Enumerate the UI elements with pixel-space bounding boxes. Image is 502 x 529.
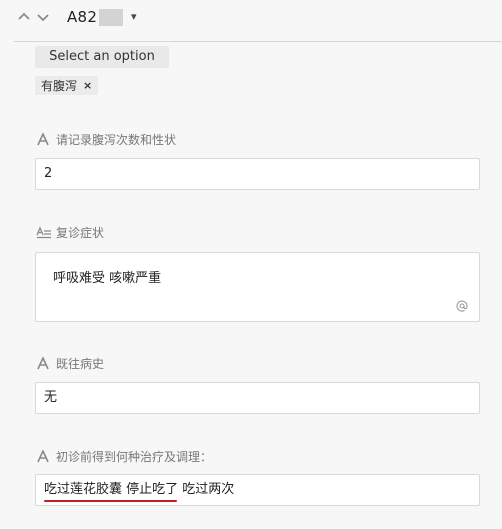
at-icon[interactable] xyxy=(456,300,468,312)
field-label-prior-treatment: 初诊前得到何种治疗及调理： xyxy=(36,448,212,465)
field-label-followup-symptoms: 复诊症状 xyxy=(36,224,104,241)
redacted-title-area xyxy=(99,9,123,26)
header-divider xyxy=(14,41,502,42)
multiline-text-icon xyxy=(36,226,51,239)
followup-symptoms-text: 呼吸难受 咳嗽严重 xyxy=(53,271,162,286)
diarrhea-count-field[interactable]: 2 xyxy=(35,158,480,190)
selected-tag: 有腹泻 × xyxy=(35,76,99,95)
tag-remove-icon[interactable]: × xyxy=(83,79,92,92)
chevron-down-icon[interactable] xyxy=(36,10,50,24)
medical-history-field[interactable]: 无 xyxy=(35,382,480,414)
title-dropdown-icon[interactable]: ▾ xyxy=(131,10,137,23)
field-label-diarrhea: 请记录腹泻次数和性状 xyxy=(36,131,176,148)
text-a-icon xyxy=(36,449,50,463)
record-detail-panel: A82 ▾ Select an option 有腹泻 × 请记录腹泻次数和性状 … xyxy=(0,0,502,529)
option-select[interactable]: Select an option xyxy=(35,46,169,68)
chevron-up-icon[interactable] xyxy=(17,10,31,24)
annotation-underline xyxy=(44,500,177,502)
text-a-icon xyxy=(36,132,50,146)
record-header: A82 ▾ xyxy=(0,0,502,40)
text-a-icon xyxy=(36,356,50,370)
tag-label: 有腹泻 xyxy=(41,79,78,93)
field-label-medical-history: 既往病史 xyxy=(36,355,104,372)
record-title[interactable]: A82 xyxy=(67,8,97,26)
followup-symptoms-field[interactable]: 呼吸难受 咳嗽严重 xyxy=(35,252,480,322)
